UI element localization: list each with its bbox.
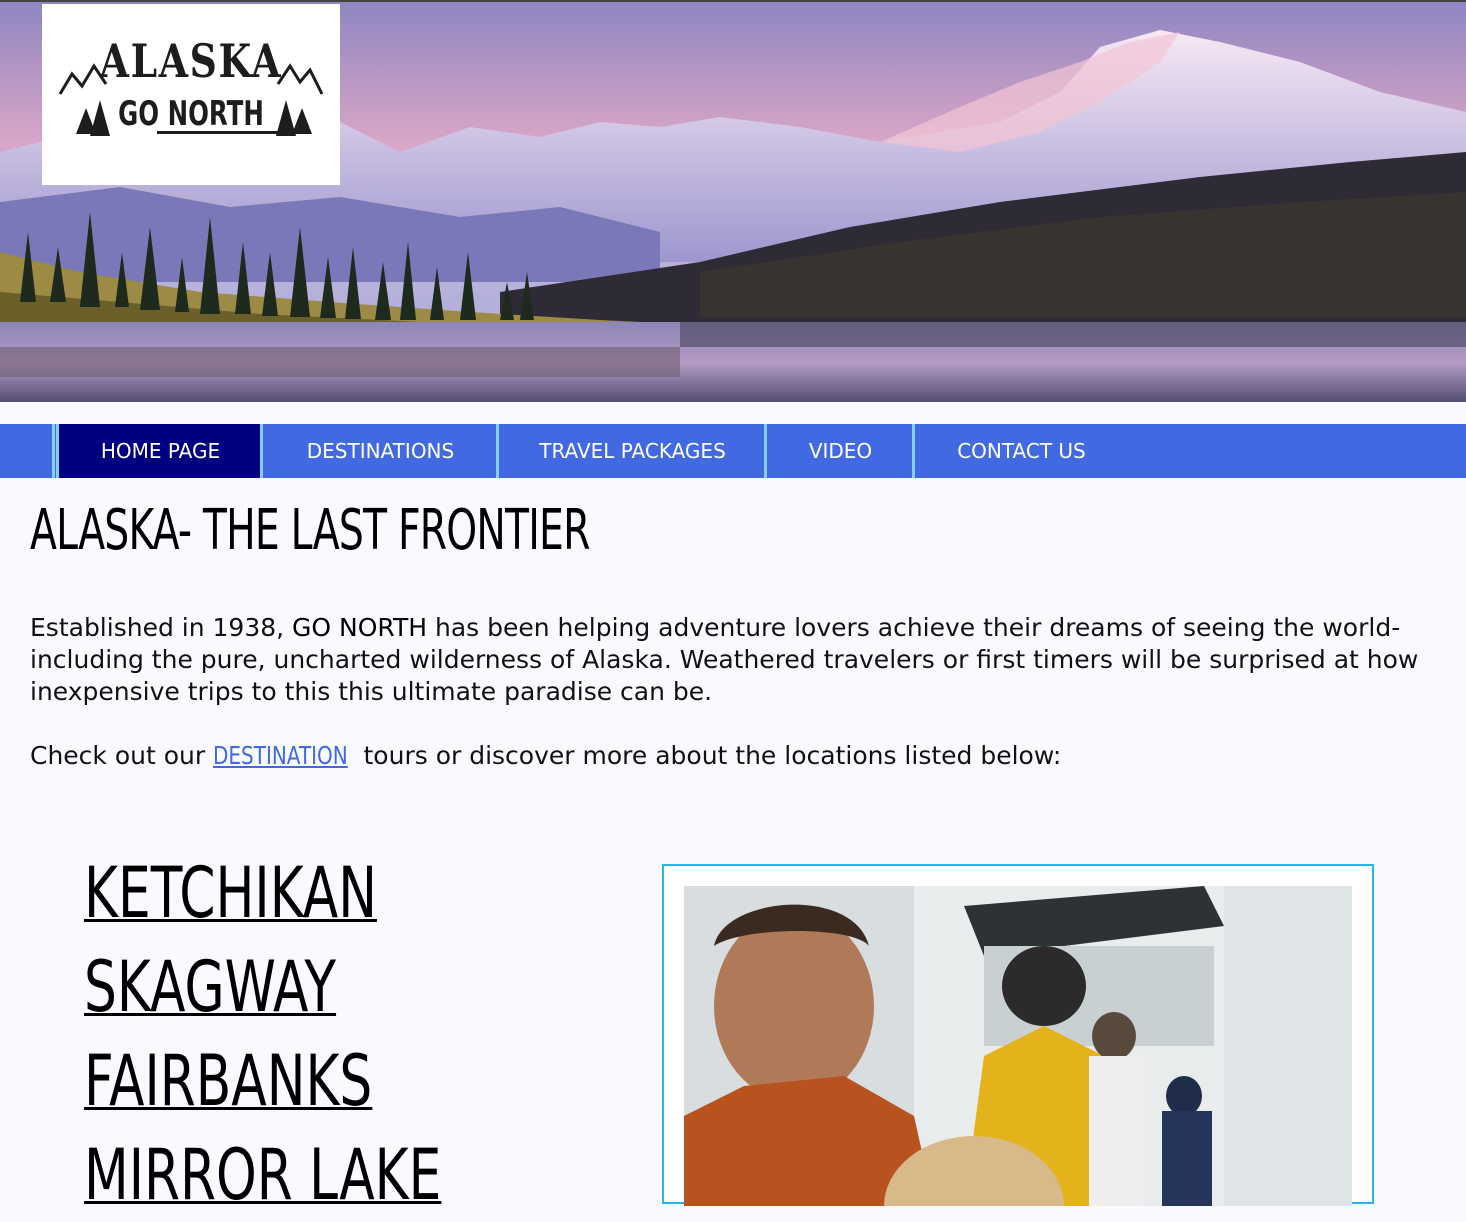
check-text-end: tours or discover more about the locatio…: [355, 741, 1062, 770]
hero-banner: ALASKA GO NORTH: [0, 0, 1466, 402]
travelers-on-boat-image: [684, 886, 1352, 1206]
nav-travel-packages[interactable]: TRAVEL PACKAGES: [496, 424, 766, 478]
location-link-ketchikan[interactable]: KETCHIKAN: [84, 846, 441, 940]
featured-photo-frame: [662, 864, 1374, 1206]
brand-name: GO NORTH: [292, 613, 428, 642]
nav-video[interactable]: VIDEO: [764, 424, 914, 478]
page-title: ALASKA- THE LAST FRONTIER: [30, 498, 590, 563]
location-link-fairbanks[interactable]: FAIRBANKS: [84, 1034, 441, 1128]
intro-paragraph: Established in 1938, GO NORTH has been h…: [30, 612, 1430, 708]
nav-home-page[interactable]: HOME PAGE: [56, 424, 262, 478]
location-list: KETCHIKAN SKAGWAY FAIRBANKS MIRROR LAKE: [84, 846, 567, 1222]
location-link-mirror-lake[interactable]: MIRROR LAKE: [84, 1128, 441, 1222]
featured-photo: [684, 886, 1352, 1206]
nav-contact-us[interactable]: CONTACT US: [912, 424, 1128, 478]
logo-line-2: GO NORTH: [118, 94, 264, 134]
site-logo[interactable]: ALASKA GO NORTH: [42, 4, 340, 185]
logo-underline: [157, 131, 309, 134]
nav-destinations[interactable]: DESTINATIONS: [260, 424, 498, 478]
intro-text-start: Established in 1938,: [30, 613, 293, 642]
destinations-paragraph: Check out our DESTINATION tours or disco…: [30, 740, 1430, 772]
logo-line-1: ALASKA: [99, 34, 283, 88]
check-text-start: Check out our: [30, 741, 214, 770]
destination-link[interactable]: DESTINATION: [213, 740, 348, 772]
location-link-skagway[interactable]: SKAGWAY: [84, 940, 441, 1034]
main-nav: HOME PAGE DESTINATIONS TRAVEL PACKAGES V…: [0, 424, 1466, 478]
